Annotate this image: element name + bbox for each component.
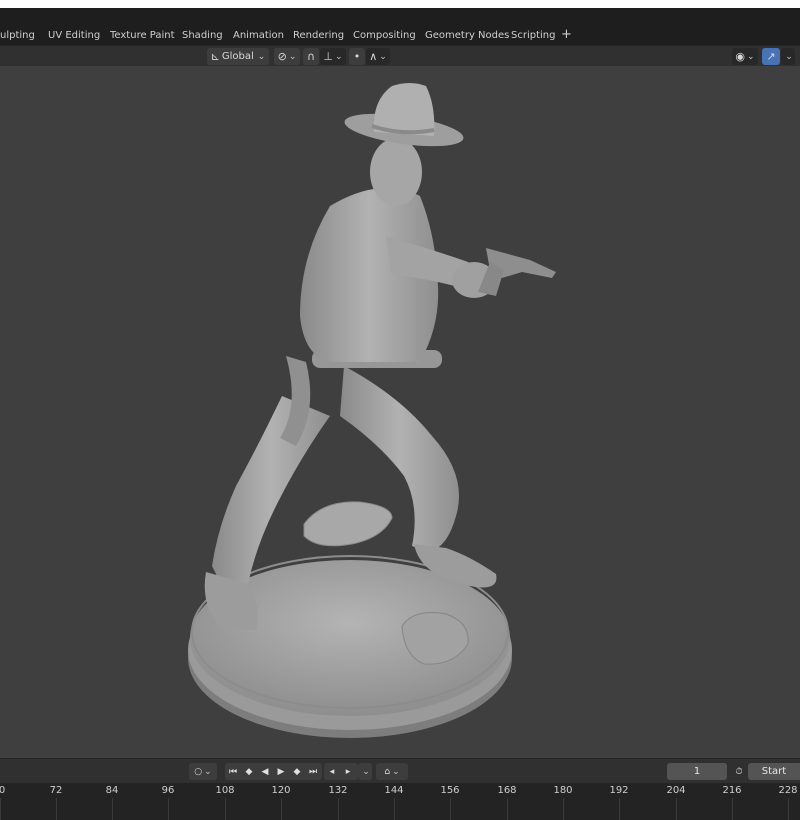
chevron-down-icon: ⌄ <box>257 51 266 62</box>
jump-to-end-icon[interactable]: ⏭ <box>305 767 321 777</box>
tab-shading[interactable]: Shading <box>182 28 223 44</box>
snap-increment-icon: ⊥ <box>323 50 334 63</box>
3d-viewport[interactable] <box>0 66 800 758</box>
proportional-edit-icon: • <box>353 50 361 63</box>
chevron-down-icon: ⌄ <box>392 766 400 777</box>
tab-scripting[interactable]: Scripting <box>511 28 555 44</box>
auto-keying-dropdown[interactable]: ⌂ ⌄ <box>376 763 408 780</box>
stopwatch-icon[interactable]: ⏱ <box>731 763 747 780</box>
workspace-tabs-bar: ulpting UV Editing Texture Paint Shading… <box>0 8 800 45</box>
jump-to-next-keyframe-icon[interactable]: ◆ <box>289 767 305 777</box>
auto-key-icon: ⌂ <box>384 766 391 777</box>
ruler-tick: 228 <box>778 785 798 796</box>
chevron-down-icon: ⌄ <box>747 51 755 62</box>
visibility-dropdown[interactable]: ◉ ⌄ <box>732 48 758 65</box>
ruler-gridline <box>225 798 226 820</box>
timeline-ruler[interactable]: 0 72 84 96 108 120 132 144 156 168 180 1… <box>0 783 800 820</box>
ruler-gridline <box>56 798 57 820</box>
transform-orientation-icon: ⊾ <box>210 50 220 63</box>
ruler-tick: 0 <box>0 785 6 796</box>
chevron-down-icon: ⌄ <box>335 51 343 62</box>
snap-magnet-icon: ∩ <box>306 50 316 63</box>
snap-target-dropdown[interactable]: ⊥ ⌄ <box>320 48 346 65</box>
chevron-down-icon: ⌄ <box>379 51 387 62</box>
ruler-tick: 216 <box>722 785 742 796</box>
ruler-tick: 132 <box>328 785 348 796</box>
playback-controls: ⏮ ◆ ◀ ▶ ◆ ⏭ <box>225 763 322 780</box>
ruler-tick: 96 <box>161 785 175 796</box>
ruler-tick: 144 <box>384 785 404 796</box>
eye-visibility-icon: ◉ <box>735 50 746 63</box>
ruler-gridline <box>507 798 508 820</box>
proportional-edit-button[interactable]: • <box>349 48 365 65</box>
transform-pivot-icon: ⊘ <box>277 50 287 63</box>
tab-sculpting[interactable]: ulpting <box>0 28 35 44</box>
gizmo-toggle-button[interactable]: ↗ <box>762 48 780 65</box>
current-frame-field[interactable]: 1 <box>667 763 727 780</box>
ruler-gridline <box>563 798 564 820</box>
keying-dropdown[interactable]: ○ ⌄ <box>189 763 217 780</box>
ruler-gridline <box>619 798 620 820</box>
tab-geometry-nodes[interactable]: Geometry Nodes <box>425 28 509 44</box>
ruler-tick: 168 <box>497 785 517 796</box>
gizmo-options-dropdown[interactable]: ⌄ <box>781 48 795 65</box>
ruler-gridline <box>450 798 451 820</box>
ruler-tick: 120 <box>271 785 291 796</box>
cowboy-sculpt-model <box>188 83 556 738</box>
chevron-down-icon: ⌄ <box>785 51 793 62</box>
pivot-point-dropdown[interactable]: ⊘ ⌄ <box>274 48 300 65</box>
keyframe-step-controls: ◂ ▸ <box>324 763 358 780</box>
snap-toggle-button[interactable]: ∩ <box>303 48 319 65</box>
transform-orientation-label: Global <box>221 51 254 62</box>
ruler-gridline <box>168 798 169 820</box>
ruler-gridline <box>732 798 733 820</box>
viewport-header: ⊾ Global ⌄ ⊘ ⌄ ∩ ⊥ ⌄ • ∧ ⌄ ◉ ⌄ ↗ ⌄ <box>0 45 800 66</box>
ruler-gridline <box>676 798 677 820</box>
ruler-gridline <box>394 798 395 820</box>
next-keyframe-icon[interactable]: ▸ <box>340 767 356 777</box>
ruler-tick: 108 <box>215 785 235 796</box>
ruler-tick: 156 <box>440 785 460 796</box>
ruler-gridline <box>338 798 339 820</box>
prev-keyframe-icon[interactable]: ◂ <box>324 767 340 777</box>
tab-uv-editing[interactable]: UV Editing <box>48 28 100 44</box>
ruler-tick: 72 <box>49 785 63 796</box>
tab-compositing[interactable]: Compositing <box>353 28 416 44</box>
play-icon[interactable]: ▶ <box>273 767 289 777</box>
chevron-down-icon: ⌄ <box>288 51 297 62</box>
playback-options-dropdown[interactable]: ⌄ <box>358 763 372 780</box>
play-reverse-icon[interactable]: ◀ <box>257 767 273 777</box>
transform-orientation-dropdown[interactable]: ⊾ Global ⌄ <box>207 48 269 65</box>
ruler-tick: 180 <box>553 785 573 796</box>
chevron-down-icon: ⌄ <box>204 766 212 777</box>
ruler-gridline <box>0 798 1 820</box>
tab-texture-paint[interactable]: Texture Paint <box>110 28 175 44</box>
ruler-gridline <box>112 798 113 820</box>
ruler-tick: 84 <box>105 785 119 796</box>
ruler-tick: 204 <box>666 785 686 796</box>
ruler-gridline <box>281 798 282 820</box>
start-frame-field[interactable]: Start <box>748 763 800 780</box>
ruler-tick: 192 <box>609 785 629 796</box>
proportional-falloff-dropdown[interactable]: ∧ ⌄ <box>366 48 390 65</box>
ruler-gridline <box>788 798 789 820</box>
falloff-curve-icon: ∧ <box>369 50 378 63</box>
tab-rendering[interactable]: Rendering <box>293 28 344 44</box>
window-top-strip <box>0 0 800 8</box>
record-icon: ○ <box>194 766 203 777</box>
timeline-header: ○ ⌄ ⏮ ◆ ◀ ▶ ◆ ⏭ ◂ ▸ ⌄ ⌂ ⌄ 1 ⏱ Start <box>0 758 800 783</box>
tab-animation[interactable]: Animation <box>233 28 284 44</box>
jump-to-start-icon[interactable]: ⏮ <box>225 767 241 777</box>
gizmo-icon: ↗ <box>766 50 776 63</box>
jump-to-prev-keyframe-icon[interactable]: ◆ <box>241 767 257 777</box>
chevron-down-icon: ⌄ <box>362 766 370 777</box>
add-workspace-button[interactable]: + <box>561 27 572 43</box>
